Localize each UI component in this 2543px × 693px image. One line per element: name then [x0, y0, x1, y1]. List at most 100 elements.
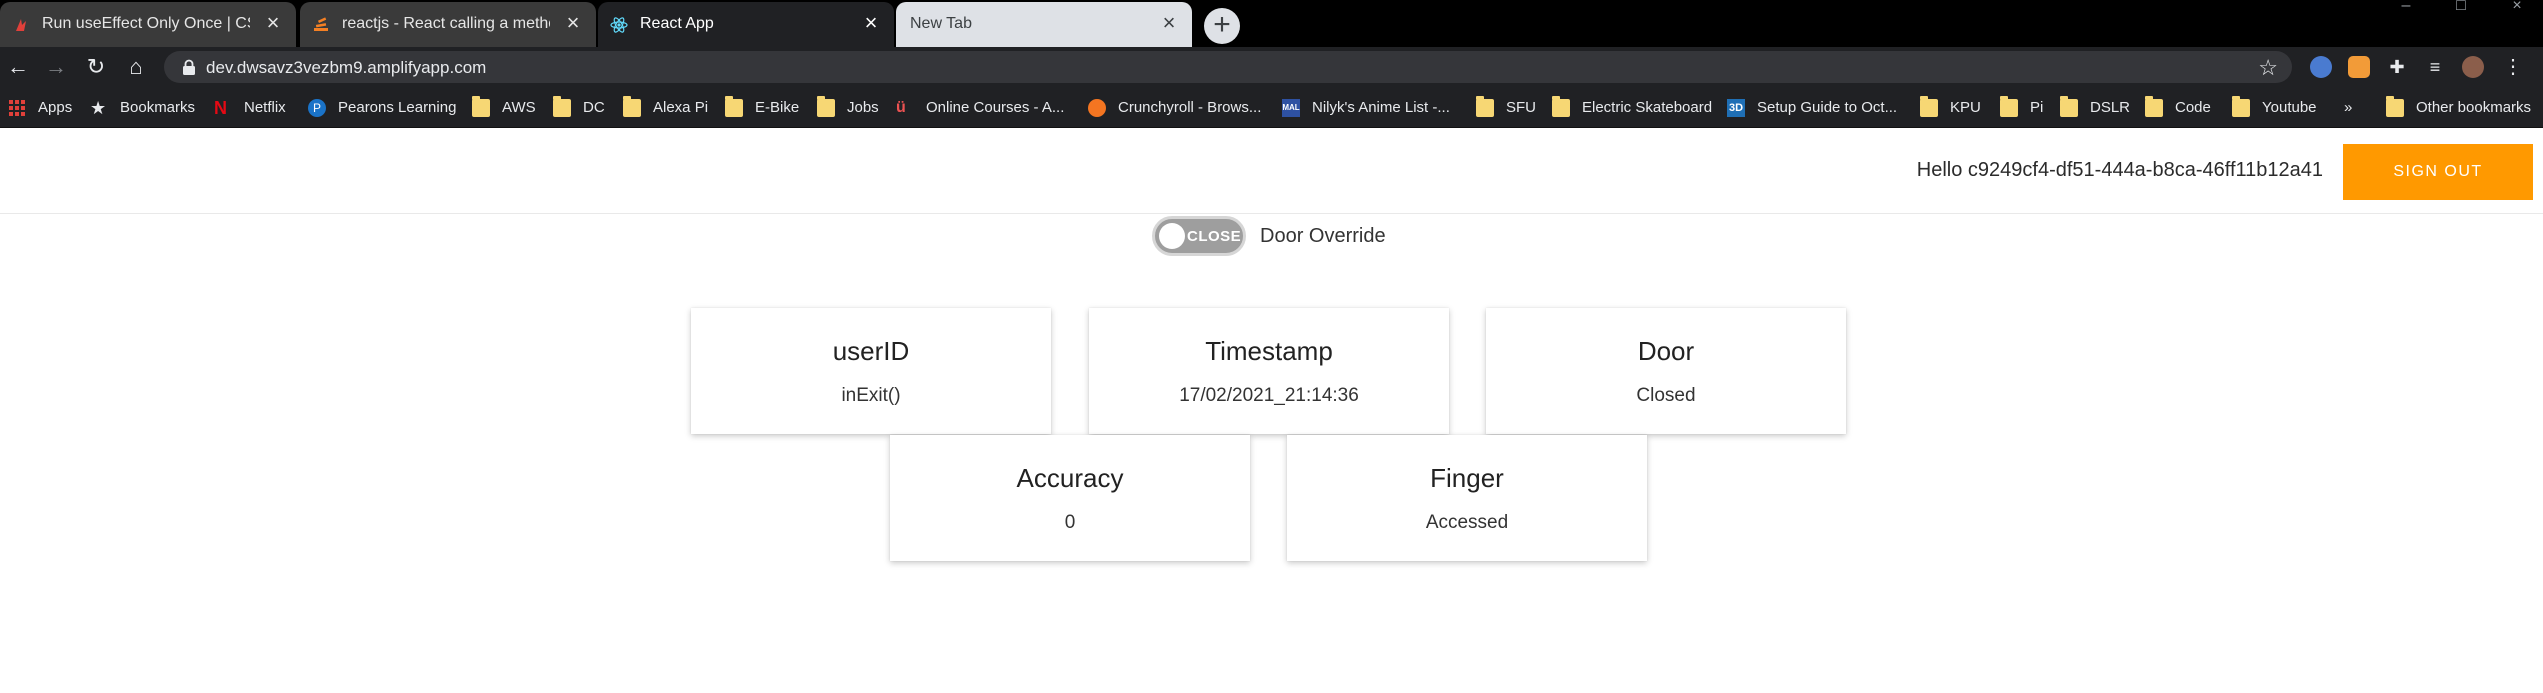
udemy-icon: ü: [896, 99, 906, 116]
user-greeting: Hello c9249cf4-df51-444a-b8ca-46ff11b12a…: [1916, 159, 2323, 181]
info-card-timestamp: Timestamp 17/02/2021_21:14:36: [1089, 308, 1449, 434]
address-bar[interactable]: dev.dwsavz3vezbm9.amplifyapp.com ☆: [164, 51, 2292, 83]
bookmark-folder[interactable]: Code: [2145, 96, 2211, 119]
bookmark-item[interactable]: Crunchyroll - Brows...: [1088, 97, 1261, 119]
bookmark-folder[interactable]: DSLR: [2060, 96, 2130, 119]
card-label: Door: [1637, 336, 1695, 366]
folder-icon: [2060, 96, 2078, 117]
card-label: Finger: [1430, 463, 1504, 493]
card-value: Accessed: [1425, 512, 1509, 533]
browser-tab-active[interactable]: React App ×: [598, 2, 894, 47]
bookmark-folder[interactable]: E-Bike: [725, 96, 800, 119]
bookmark-label: Nilyk's Anime List -...: [1312, 99, 1450, 116]
folder-icon: [472, 96, 490, 117]
media-queue-icon[interactable]: ≡: [2424, 56, 2446, 78]
card-label: userID: [832, 336, 910, 366]
bookmark-folder[interactable]: DC: [553, 96, 605, 119]
info-card-door: Door Closed: [1486, 308, 1846, 434]
door-override-control: CLOSE Door Override: [1152, 216, 1386, 256]
bookmark-folder[interactable]: Pi: [2000, 96, 2043, 119]
bookmark-label: Pearons Learning: [338, 99, 457, 116]
bookmark-label: DC: [583, 99, 605, 116]
forward-arrow-icon[interactable]: →: [42, 53, 70, 81]
pearson-icon: P: [308, 99, 326, 117]
stackoverflow-icon: [314, 17, 328, 31]
sign-out-button[interactable]: SIGN OUT: [2343, 144, 2533, 200]
avatar[interactable]: [2462, 56, 2484, 78]
bookmark-item[interactable]: ü Online Courses - A...: [896, 97, 1064, 119]
netflix-icon: N: [214, 98, 227, 118]
bookmark-item[interactable]: ★ Bookmarks: [90, 97, 195, 119]
folder-icon: [2386, 96, 2404, 117]
minimize-icon[interactable]: –: [2396, 0, 2416, 14]
bookmark-folder[interactable]: SFU: [1476, 96, 1536, 119]
close-icon[interactable]: ×: [562, 12, 584, 34]
card-value: Closed: [1636, 385, 1696, 406]
browser-tab[interactable]: Run useEffect Only Once | CSS-Tricks ×: [0, 2, 296, 47]
folder-icon: [2000, 96, 2018, 117]
toggle-knob: [1159, 223, 1185, 249]
bookmark-label: AWS: [502, 99, 536, 116]
bookmark-item[interactable]: N Netflix: [214, 97, 286, 119]
folder-icon: [2232, 96, 2250, 117]
tab-title: React App: [640, 15, 714, 32]
bookmark-folder[interactable]: Youtube: [2232, 96, 2317, 119]
close-icon[interactable]: ×: [860, 12, 882, 34]
kebab-menu-icon[interactable]: ⋮: [2502, 56, 2524, 78]
url-text[interactable]: dev.dwsavz3vezbm9.amplifyapp.com: [206, 58, 486, 78]
chevron-double-right-icon: »: [2344, 99, 2353, 116]
bookmark-folder[interactable]: AWS: [472, 96, 536, 119]
door-override-label: Door Override: [1260, 224, 1386, 247]
maximize-icon[interactable]: □: [2451, 0, 2471, 14]
bookmark-label: Other bookmarks: [2416, 99, 2532, 116]
extension-icon[interactable]: [2348, 56, 2370, 78]
new-tab-button[interactable]: +: [1204, 8, 1240, 44]
bookmark-folder[interactable]: KPU: [1920, 96, 1981, 119]
app-header: Hello c9249cf4-df51-444a-b8ca-46ff11b12a…: [0, 128, 2543, 214]
browser-tab-strip: Run useEffect Only Once | CSS-Tricks × r…: [0, 0, 2543, 47]
browser-tab[interactable]: New Tab ×: [896, 2, 1192, 47]
close-icon[interactable]: ×: [1158, 12, 1180, 34]
card-value: 17/02/2021_21:14:36: [1179, 385, 1359, 406]
folder-icon: [2145, 96, 2163, 117]
bookmark-label: SFU: [1506, 99, 1536, 116]
reload-icon[interactable]: ↻: [82, 53, 110, 81]
bookmark-label: E-Bike: [755, 99, 800, 116]
bookmark-item[interactable]: P Pearons Learning: [308, 97, 456, 119]
bookmark-label: Netflix: [244, 99, 286, 116]
star-icon: ★: [90, 98, 107, 118]
extension-icon[interactable]: [2310, 56, 2332, 78]
home-icon[interactable]: ⌂: [122, 53, 150, 81]
close-icon[interactable]: ×: [262, 12, 284, 34]
lock-icon[interactable]: [182, 59, 196, 75]
window-close-icon[interactable]: ×: [2507, 0, 2527, 14]
toggle-state-text: CLOSE: [1187, 228, 1242, 245]
bookmark-label: Crunchyroll - Brows...: [1118, 99, 1262, 116]
bookmark-folder[interactable]: Jobs: [817, 96, 879, 119]
browser-toolbar: ← → ↻ ⌂ dev.dwsavz3vezbm9.amplifyapp.com…: [0, 47, 2543, 87]
bookmarks-overflow-button[interactable]: »: [2344, 97, 2352, 119]
bookmark-label: Setup Guide to Oct...: [1757, 99, 1898, 116]
react-icon: [610, 17, 628, 33]
info-card-finger: Finger Accessed: [1287, 435, 1647, 561]
back-arrow-icon[interactable]: ←: [4, 53, 32, 81]
bookmark-item[interactable]: 3D Setup Guide to Oct...: [1727, 97, 1897, 119]
bookmark-star-icon[interactable]: ☆: [2258, 55, 2278, 81]
folder-icon: [623, 96, 641, 117]
apps-grid-icon: [9, 100, 25, 116]
card-value: inExit(): [841, 385, 901, 406]
puzzle-extensions-icon[interactable]: ✚: [2386, 56, 2408, 78]
tab-title: Run useEffect Only Once | CSS-Tricks: [42, 15, 250, 32]
other-bookmarks-folder[interactable]: Other bookmarks: [2386, 96, 2532, 119]
css-tricks-icon: [16, 19, 26, 31]
browser-tab[interactable]: reactjs - React calling a method on load…: [300, 2, 596, 47]
bookmark-folder[interactable]: Alexa Pi: [623, 96, 709, 119]
bookmark-label: Alexa Pi: [653, 99, 709, 116]
crunchyroll-icon: [1088, 99, 1106, 117]
bookmark-label: Apps: [38, 99, 73, 116]
door-override-toggle[interactable]: CLOSE: [1152, 216, 1246, 256]
bookmark-apps[interactable]: Apps: [8, 97, 72, 119]
bookmark-folder[interactable]: Electric Skateboard: [1552, 96, 1712, 119]
bookmark-item[interactable]: MAL Nilyk's Anime List -...: [1282, 97, 1450, 119]
folder-icon: [553, 96, 571, 117]
